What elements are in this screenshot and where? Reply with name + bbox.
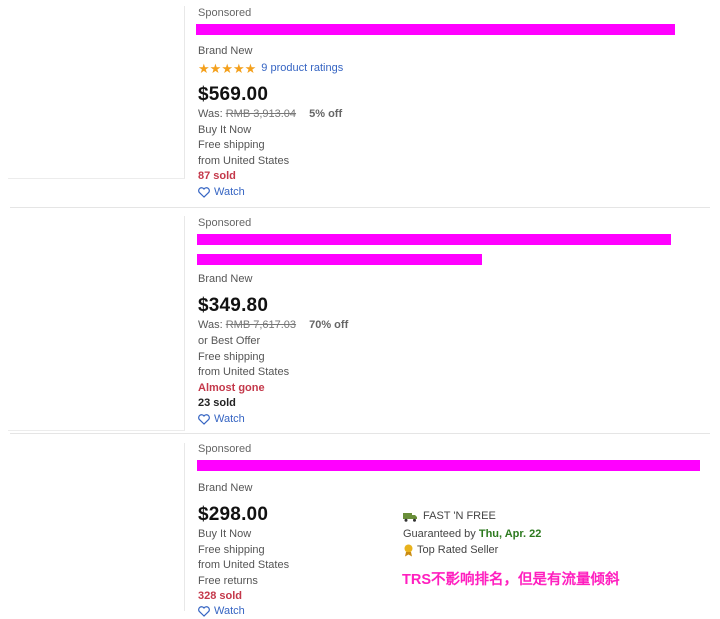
listing-divider bbox=[10, 433, 710, 434]
top-rated-seller: Top Rated Seller bbox=[403, 543, 498, 558]
annotation-note: TRS不影响排名，但是有流量倾斜 bbox=[402, 572, 620, 588]
free-shipping-label: Free shipping bbox=[198, 544, 265, 556]
guaranteed-delivery: Guaranteed by Thu, Apr. 22 bbox=[403, 527, 541, 542]
heart-icon bbox=[198, 187, 210, 198]
top-rated-label: Top Rated Seller bbox=[417, 544, 499, 556]
redacted-title[interactable] bbox=[197, 234, 671, 245]
sponsored-label: Sponsored bbox=[198, 443, 252, 455]
fast-n-free-badge: FAST 'N FREE bbox=[403, 509, 496, 524]
sold-count: 23 sold bbox=[198, 397, 236, 409]
ships-from-label: from United States bbox=[198, 366, 290, 378]
price: $349.80 bbox=[198, 295, 269, 316]
price: $569.00 bbox=[198, 84, 269, 105]
free-shipping-label: Free shipping bbox=[198, 351, 265, 363]
free-shipping-label: Free shipping bbox=[198, 139, 265, 151]
ships-from-label: from United States bbox=[198, 559, 290, 571]
almost-gone-label: Almost gone bbox=[198, 382, 265, 394]
original-price: RMB 7,617.03 bbox=[225, 319, 297, 331]
top-rated-badge-icon bbox=[404, 544, 413, 557]
redacted-title[interactable] bbox=[196, 24, 675, 35]
free-returns-label: Free returns bbox=[198, 575, 258, 587]
buy-it-now-label: Buy It Now bbox=[198, 124, 252, 136]
product-ratings-link[interactable]: 9 product ratings bbox=[261, 61, 343, 76]
condition-label: Brand New bbox=[198, 45, 253, 57]
guaranteed-date: Thu, Apr. 22 bbox=[478, 528, 542, 540]
heart-icon bbox=[198, 414, 210, 425]
sold-count: 87 sold bbox=[198, 170, 236, 182]
sponsored-label: Sponsored bbox=[198, 7, 252, 19]
redacted-title-line-2[interactable] bbox=[197, 254, 482, 265]
product-rating[interactable]: ★ ★ ★ ★ ★ 9 product ratings bbox=[198, 61, 343, 76]
was-label: Was: bbox=[198, 319, 223, 331]
star-rating-icon: ★ ★ ★ ★ ★ bbox=[198, 61, 257, 76]
truck-icon bbox=[403, 512, 417, 522]
buy-it-now-label: Buy It Now bbox=[198, 528, 252, 540]
was-label: Was: bbox=[198, 108, 223, 120]
fast-n-free-label: FAST 'N FREE bbox=[423, 510, 496, 522]
watch-label: Watch bbox=[214, 413, 245, 425]
watch-button[interactable]: Watch bbox=[198, 185, 245, 200]
watch-label: Watch bbox=[214, 186, 245, 198]
was-price-line: Was: RMB 7,617.03 70% off bbox=[198, 318, 348, 333]
condition-label: Brand New bbox=[198, 273, 253, 285]
discount-label: 5% off bbox=[309, 108, 343, 120]
sponsored-label: Sponsored bbox=[198, 217, 252, 229]
sold-count: 328 sold bbox=[198, 590, 243, 602]
original-price: RMB 3,913.04 bbox=[225, 108, 297, 120]
redacted-title[interactable] bbox=[197, 460, 700, 471]
product-image[interactable] bbox=[8, 6, 185, 179]
condition-label: Brand New bbox=[198, 482, 253, 494]
watch-label: Watch bbox=[214, 605, 245, 617]
heart-icon bbox=[198, 606, 210, 617]
product-image[interactable] bbox=[8, 216, 185, 431]
watch-button[interactable]: Watch bbox=[198, 412, 245, 427]
ships-from-label: from United States bbox=[198, 155, 290, 167]
was-price-line: Was: RMB 3,913.04 5% off bbox=[198, 107, 342, 122]
guaranteed-prefix: Guaranteed by bbox=[403, 528, 476, 540]
watch-button[interactable]: Watch bbox=[198, 604, 245, 619]
best-offer-label: or Best Offer bbox=[198, 335, 261, 347]
listing-divider bbox=[10, 207, 710, 208]
discount-label: 70% off bbox=[309, 319, 349, 331]
product-image[interactable] bbox=[8, 443, 185, 611]
price: $298.00 bbox=[198, 504, 269, 525]
